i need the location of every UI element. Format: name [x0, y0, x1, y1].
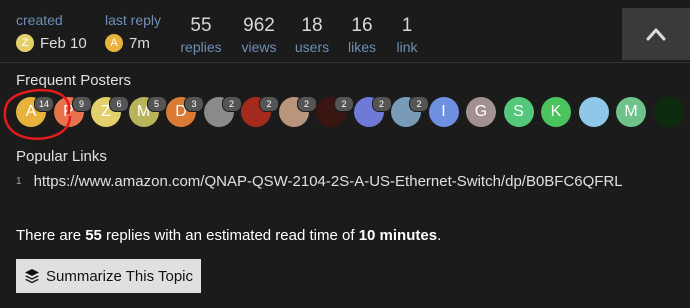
post-count-badge: 2: [409, 96, 429, 112]
poster-avatar[interactable]: [578, 97, 609, 127]
last-replier-avatar: A: [105, 34, 123, 52]
summary-replies: 55: [85, 227, 102, 244]
popular-links-title: Popular Links: [16, 148, 107, 165]
red-circle-annotation: [3, 89, 72, 140]
summary-prefix: There are: [16, 227, 86, 244]
poster-avatar[interactable]: I: [428, 97, 459, 127]
created-stat[interactable]: created Z Feb 10: [16, 12, 87, 52]
links-stat[interactable]: 1 link: [372, 15, 442, 55]
post-count-badge: 5: [146, 96, 167, 112]
layers-icon: [25, 269, 39, 284]
links-count: 1: [401, 15, 413, 36]
created-label: created: [16, 12, 63, 28]
poster-avatar[interactable]: G: [466, 97, 496, 127]
post-count-badge: 2: [259, 96, 279, 112]
popular-link-row[interactable]: 1 https://www.amazon.com/QNAP-QSW-2104-2…: [16, 173, 623, 190]
link-click-count: 1: [16, 176, 22, 187]
collapse-button[interactable]: [622, 8, 690, 60]
popular-link-url[interactable]: https://www.amazon.com/QNAP-QSW-2104-2S-…: [34, 173, 623, 190]
post-count-badge: 2: [221, 96, 242, 112]
last-reply-label: last reply: [105, 12, 162, 28]
topic-stats: created Z Feb 10 last reply A 7m 55 repl…: [0, 0, 690, 62]
post-count-badge: 2: [296, 96, 317, 112]
summarize-label: Summarize This Topic: [46, 267, 193, 285]
summarize-topic-button[interactable]: Summarize This Topic: [16, 259, 201, 293]
creator-avatar: Z: [16, 34, 34, 52]
links-label: link: [396, 39, 418, 55]
chevron-up-icon: [646, 28, 666, 41]
topic-map: created Z Feb 10 last reply A 7m 55 repl…: [0, 0, 690, 308]
last-reply-stat[interactable]: last reply A 7m: [105, 12, 161, 52]
post-count-badge: 6: [109, 96, 129, 112]
post-count-badge: 2: [334, 96, 354, 112]
post-count-badge: 3: [184, 96, 204, 112]
summary-suffix: .: [437, 227, 442, 244]
summary-middle: replies with an estimated read time of: [101, 227, 359, 244]
divider: [0, 62, 690, 63]
post-count-badge: 2: [371, 96, 392, 112]
last-reply-time: 7m: [129, 34, 150, 52]
poster-avatar[interactable]: S: [503, 97, 534, 127]
created-date: Feb 10: [40, 34, 87, 52]
read-time-summary: There are 55 replies with an estimated r…: [16, 227, 441, 244]
summary-read-time: 10 minutes: [358, 227, 438, 244]
poster-avatar[interactable]: K: [541, 97, 571, 127]
poster-avatar[interactable]: M: [616, 97, 646, 127]
poster-avatar[interactable]: [653, 97, 684, 127]
